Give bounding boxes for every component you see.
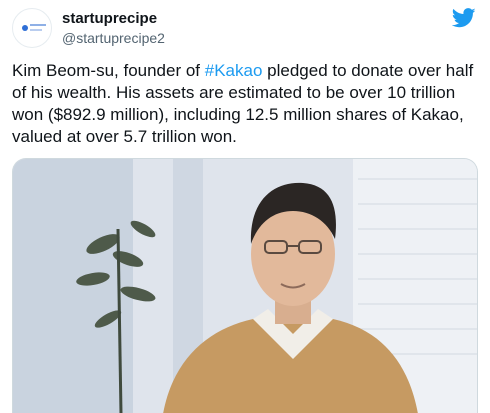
tweet-card: startuprecipe @startuprecipe2 Kim Beom-s… [0,0,490,413]
avatar-logo-line [30,24,46,26]
author-handle[interactable]: @startuprecipe2 [62,30,165,46]
avatar-logo-dot [22,25,28,31]
photo-illustration [13,159,477,413]
avatar-logo-line-2 [30,29,42,31]
twitter-bird-icon[interactable] [452,8,476,28]
tweet-photo[interactable] [12,158,478,413]
hashtag-link[interactable]: #Kakao [205,61,263,80]
tweet-text-part1: Kim Beom-su, founder of [12,61,205,80]
author-name[interactable]: startuprecipe [62,10,157,27]
tweet-text: Kim Beom-su, founder of #Kakao pledged t… [12,60,478,148]
avatar[interactable] [12,8,52,48]
